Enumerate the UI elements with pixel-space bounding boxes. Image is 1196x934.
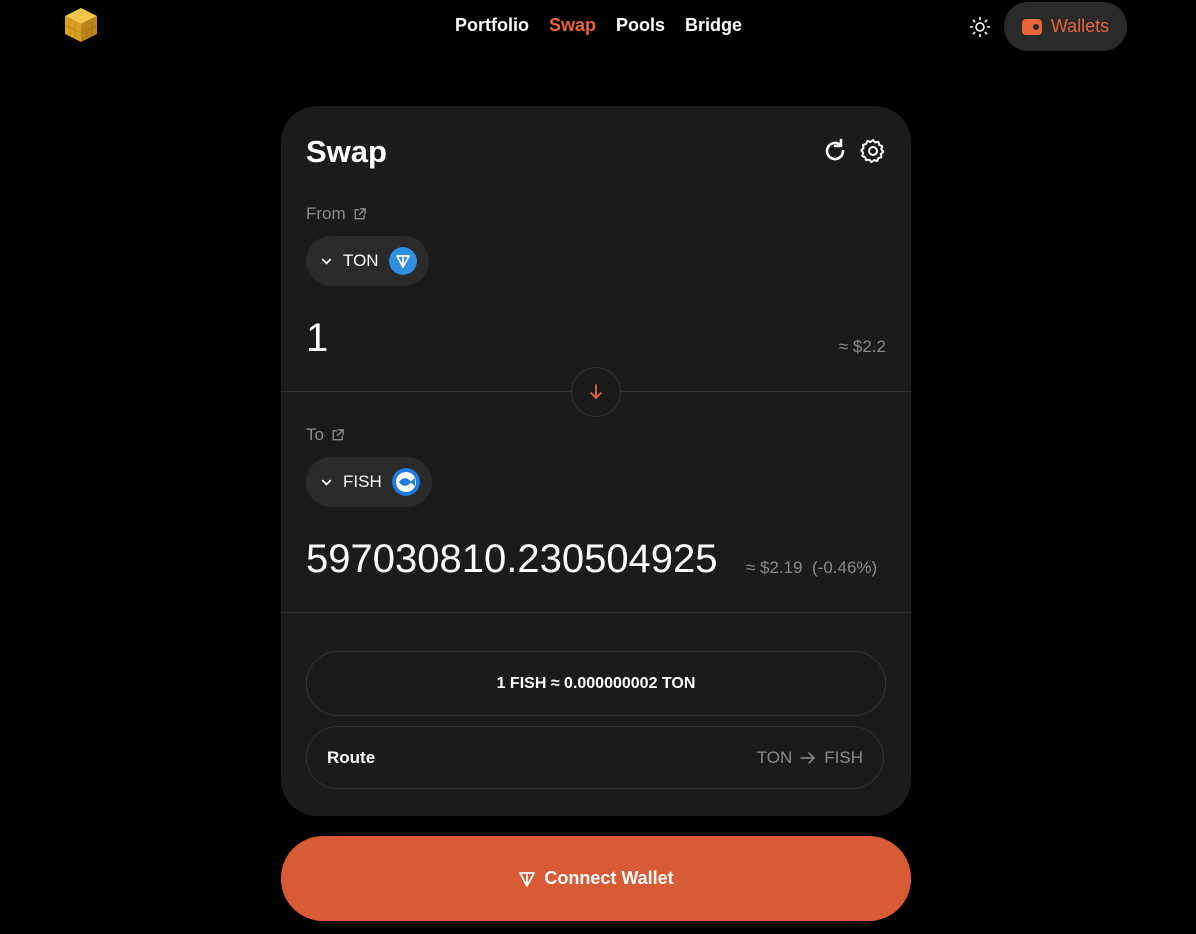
route-label: Route	[327, 747, 376, 767]
main-nav: Portfolio Swap Pools Bridge	[455, 15, 742, 36]
wallets-button[interactable]: Wallets	[1004, 2, 1127, 51]
exchange-rate-text: 1 FISH ≈ 0.000000002 TON	[496, 674, 696, 692]
arrow-right-icon	[800, 751, 816, 764]
price-impact: (-0.46%)	[812, 558, 878, 577]
from-usd-value: ≈ $2.2	[838, 337, 886, 356]
route-to-token: FISH	[824, 747, 863, 767]
external-link-icon[interactable]	[352, 207, 367, 222]
to-token-select[interactable]: FISH	[306, 457, 432, 507]
exchange-rate[interactable]: 1 FISH ≈ 0.000000002 TON	[306, 651, 886, 716]
to-label: To	[306, 425, 324, 444]
to-token-name: FISH	[343, 472, 382, 491]
wallet-icon	[1021, 18, 1042, 35]
ton-icon	[519, 871, 536, 887]
connect-wallet-label: Connect Wallet	[544, 868, 674, 888]
nav-bridge[interactable]: Bridge	[685, 15, 742, 36]
external-link-icon[interactable]	[330, 428, 345, 443]
sun-icon[interactable]	[969, 16, 991, 38]
fish-logo-icon	[391, 468, 420, 496]
to-usd-value: ≈ $2.19	[746, 558, 803, 577]
from-token-name: TON	[343, 251, 379, 270]
details-divider	[281, 612, 911, 613]
swap-card: Swap From TON 1 ≈ $2.2 To FISH 597030810…	[281, 106, 911, 816]
chevron-down-icon	[321, 479, 332, 486]
route-path: TON FISH	[757, 748, 863, 768]
from-amount-input[interactable]: 1	[306, 316, 328, 361]
wallets-label: Wallets	[1050, 16, 1110, 36]
arrow-down-icon	[590, 384, 602, 400]
from-token-select[interactable]: TON	[306, 236, 429, 286]
connect-wallet-button[interactable]: Connect Wallet	[281, 836, 911, 921]
nav-portfolio[interactable]: Portfolio	[455, 15, 529, 36]
app-logo-icon[interactable]	[62, 6, 100, 44]
chevron-down-icon	[321, 258, 332, 265]
gear-icon[interactable]	[859, 137, 887, 165]
swap-title: Swap	[306, 134, 387, 169]
from-label: From	[306, 204, 346, 223]
nav-swap[interactable]: Swap	[549, 15, 596, 36]
refresh-icon[interactable]	[821, 137, 849, 165]
swap-direction-button[interactable]	[571, 367, 621, 417]
ton-logo-icon	[388, 247, 417, 275]
nav-pools[interactable]: Pools	[616, 15, 665, 36]
from-label-row: From	[306, 204, 367, 224]
route-from-token: TON	[756, 747, 793, 767]
to-label-row: To	[306, 425, 345, 445]
route-row[interactable]: Route TON FISH	[306, 726, 884, 789]
to-amount-value[interactable]: 597030810.230504925	[306, 537, 718, 582]
